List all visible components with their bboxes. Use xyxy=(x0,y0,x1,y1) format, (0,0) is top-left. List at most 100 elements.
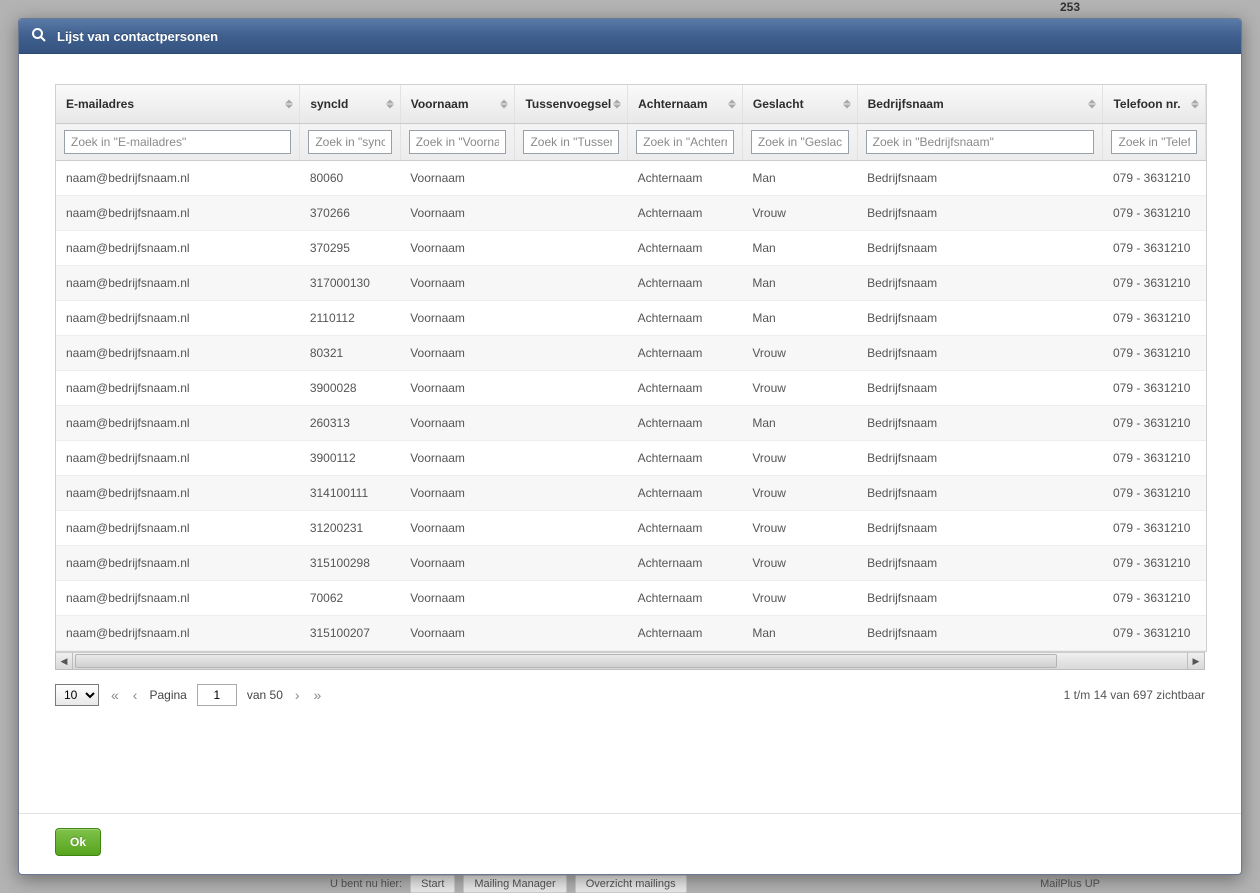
table-body: naam@bedrijfsnaam.nl80060VoornaamAchtern… xyxy=(56,161,1206,651)
table-cell: 80321 xyxy=(300,336,400,371)
table-cell: Man xyxy=(742,301,857,336)
table-cell: Voornaam xyxy=(400,266,515,301)
table-cell: Achternaam xyxy=(628,406,743,441)
table-cell xyxy=(515,616,628,651)
table-cell: Bedrijfsnaam xyxy=(857,616,1103,651)
table-cell xyxy=(515,546,628,581)
sort-icon[interactable] xyxy=(386,100,394,109)
column-filter-input[interactable] xyxy=(64,130,291,154)
modal-body: E-mailadressyncIdVoornaamTussenvoegselAc… xyxy=(19,54,1241,813)
scroll-thumb[interactable] xyxy=(75,654,1057,668)
table-row[interactable]: naam@bedrijfsnaam.nl260313VoornaamAchter… xyxy=(56,406,1206,441)
column-filter-input[interactable] xyxy=(866,130,1095,154)
column-header[interactable]: Achternaam xyxy=(628,85,743,124)
table-cell: Man xyxy=(742,231,857,266)
table-row[interactable]: naam@bedrijfsnaam.nl80060VoornaamAchtern… xyxy=(56,161,1206,196)
first-page-button[interactable]: « xyxy=(109,687,121,703)
table-header-row: E-mailadressyncIdVoornaamTussenvoegsel Ac… xyxy=(56,85,1206,124)
column-header[interactable]: Telefoon nr. xyxy=(1103,85,1206,124)
table-cell: Voornaam xyxy=(400,336,515,371)
contact-list-modal: Lijst van contactpersonen E-mailadressyn… xyxy=(18,18,1242,875)
bg-breadcrumb: U bent nu hier: Start Mailing Manager Ov… xyxy=(330,875,1100,893)
table-cell: Bedrijfsnaam xyxy=(857,301,1103,336)
table-cell: 31200231 xyxy=(300,511,400,546)
table-cell: naam@bedrijfsnaam.nl xyxy=(56,266,300,301)
sort-icon[interactable] xyxy=(728,100,736,109)
table-cell: Voornaam xyxy=(400,231,515,266)
column-header[interactable]: syncId xyxy=(300,85,400,124)
table-cell xyxy=(515,441,628,476)
crumb-mailing-manager[interactable]: Mailing Manager xyxy=(463,875,566,893)
column-filter-input[interactable] xyxy=(409,130,507,154)
page-size-select[interactable]: 10 xyxy=(55,684,99,706)
table-cell: 079 - 3631210 xyxy=(1103,301,1206,336)
table-cell: 079 - 3631210 xyxy=(1103,406,1206,441)
column-header[interactable]: Bedrijfsnaam xyxy=(857,85,1103,124)
contacts-table: E-mailadressyncIdVoornaamTussenvoegselAc… xyxy=(56,85,1206,651)
column-filter-input[interactable] xyxy=(523,130,619,154)
table-cell xyxy=(515,476,628,511)
ok-button[interactable]: Ok xyxy=(55,828,101,856)
table-cell: 315100207 xyxy=(300,616,400,651)
scroll-right-arrow-icon[interactable]: ▶ xyxy=(1187,653,1204,669)
table-cell: 079 - 3631210 xyxy=(1103,546,1206,581)
horizontal-scrollbar[interactable]: ◀ ▶ xyxy=(55,652,1205,670)
table-row[interactable]: naam@bedrijfsnaam.nl370295VoornaamAchter… xyxy=(56,231,1206,266)
table-row[interactable]: naam@bedrijfsnaam.nl3900028VoornaamAchte… xyxy=(56,371,1206,406)
table-cell xyxy=(515,336,628,371)
last-page-button[interactable]: » xyxy=(312,687,324,703)
column-filter-input[interactable] xyxy=(1111,130,1197,154)
column-header[interactable]: Voornaam xyxy=(400,85,515,124)
table-cell: 2110112 xyxy=(300,301,400,336)
table-row[interactable]: naam@bedrijfsnaam.nl31200231VoornaamAcht… xyxy=(56,511,1206,546)
table-row[interactable]: naam@bedrijfsnaam.nl2110112VoornaamAchte… xyxy=(56,301,1206,336)
scroll-track[interactable] xyxy=(73,653,1187,669)
table-row[interactable]: naam@bedrijfsnaam.nl3900112VoornaamAchte… xyxy=(56,441,1206,476)
table-row[interactable]: naam@bedrijfsnaam.nl314100111VoornaamAch… xyxy=(56,476,1206,511)
prev-page-button[interactable]: ‹ xyxy=(131,687,140,703)
table-cell: Bedrijfsnaam xyxy=(857,441,1103,476)
table-cell: 079 - 3631210 xyxy=(1103,196,1206,231)
next-page-button[interactable]: › xyxy=(293,687,302,703)
table-cell: Man xyxy=(742,616,857,651)
sort-icon[interactable] xyxy=(1191,100,1199,109)
table-cell: Vrouw xyxy=(742,546,857,581)
table-row[interactable]: naam@bedrijfsnaam.nl315100207VoornaamAch… xyxy=(56,616,1206,651)
table-cell: 079 - 3631210 xyxy=(1103,441,1206,476)
scroll-left-arrow-icon[interactable]: ◀ xyxy=(56,653,73,669)
column-header-label: Achternaam xyxy=(638,97,707,111)
crumb-overzicht-mailings[interactable]: Overzicht mailings xyxy=(575,875,687,893)
table-cell xyxy=(515,266,628,301)
column-header[interactable]: E-mailadres xyxy=(56,85,300,124)
crumb-start[interactable]: Start xyxy=(410,875,455,893)
table-cell: naam@bedrijfsnaam.nl xyxy=(56,476,300,511)
sort-icon[interactable] xyxy=(1088,100,1096,109)
table-cell: Vrouw xyxy=(742,371,857,406)
sort-icon[interactable] xyxy=(613,100,621,109)
table-cell: 3900112 xyxy=(300,441,400,476)
sort-icon[interactable] xyxy=(500,100,508,109)
table-row[interactable]: naam@bedrijfsnaam.nl370266VoornaamAchter… xyxy=(56,196,1206,231)
column-header[interactable]: Tussenvoegsel xyxy=(515,85,628,124)
column-header[interactable]: Geslacht xyxy=(742,85,857,124)
table-cell: 70062 xyxy=(300,581,400,616)
table-cell: Vrouw xyxy=(742,196,857,231)
table-row[interactable]: naam@bedrijfsnaam.nl70062VoornaamAchtern… xyxy=(56,581,1206,616)
column-header-label: Geslacht xyxy=(753,97,804,111)
sort-icon[interactable] xyxy=(285,100,293,109)
column-filter-input[interactable] xyxy=(751,130,849,154)
sort-icon[interactable] xyxy=(843,100,851,109)
table-row[interactable]: naam@bedrijfsnaam.nl80321VoornaamAchtern… xyxy=(56,336,1206,371)
modal-header: Lijst van contactpersonen xyxy=(19,19,1241,54)
table-cell: 079 - 3631210 xyxy=(1103,231,1206,266)
page-input[interactable] xyxy=(197,684,237,706)
table-cell: Voornaam xyxy=(400,546,515,581)
table-cell: Bedrijfsnaam xyxy=(857,371,1103,406)
table-cell: Man xyxy=(742,161,857,196)
table-row[interactable]: naam@bedrijfsnaam.nl317000130VoornaamAch… xyxy=(56,266,1206,301)
column-filter-input[interactable] xyxy=(308,130,391,154)
table-cell: 370295 xyxy=(300,231,400,266)
table-row[interactable]: naam@bedrijfsnaam.nl315100298VoornaamAch… xyxy=(56,546,1206,581)
column-filter-input[interactable] xyxy=(636,130,734,154)
bg-count: 253 xyxy=(1060,0,1080,14)
